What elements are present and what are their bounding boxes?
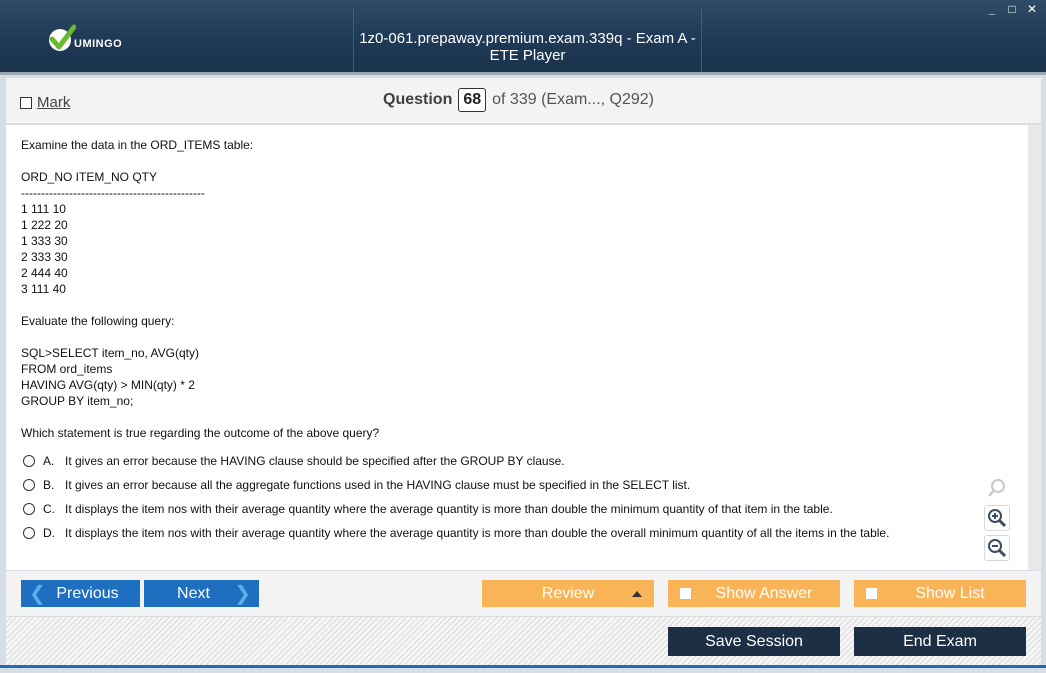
option-letter: D.	[43, 526, 55, 540]
show-answer-button[interactable]: Show Answer	[668, 580, 840, 607]
table-row: 1 222 20	[21, 218, 68, 232]
question-content: Examine the data in the ORD_ITEMS table:…	[6, 125, 1028, 570]
show-answer-label: Show Answer	[715, 584, 813, 602]
option-radio[interactable]	[23, 503, 35, 515]
show-list-label: Show List	[915, 584, 985, 602]
chevron-left-icon: ❮	[29, 583, 46, 605]
option-letter: C.	[43, 502, 55, 516]
end-exam-button[interactable]: End Exam	[854, 627, 1026, 656]
query-line: FROM ord_items	[21, 362, 113, 376]
minimize-button[interactable]: _	[986, 2, 998, 16]
zoom-reset-button[interactable]	[984, 475, 1010, 501]
show-answer-checkbox[interactable]	[680, 588, 691, 599]
close-button[interactable]: ✕	[1026, 2, 1038, 16]
bottom-border	[0, 665, 1046, 673]
previous-label: Previous	[56, 584, 119, 602]
mark-checkbox[interactable]: Mark	[20, 94, 70, 111]
review-button[interactable]: Review	[482, 580, 654, 607]
question-prompt: Which statement is true regarding the ou…	[21, 426, 380, 440]
option-text: It gives an error because the HAVING cla…	[65, 454, 565, 468]
query-line: GROUP BY item_no;	[21, 394, 134, 408]
evaluate-text: Evaluate the following query:	[21, 314, 175, 328]
chevron-right-icon: ❯	[234, 583, 251, 605]
table-row: 2 444 40	[21, 266, 68, 280]
search-icon	[988, 479, 1005, 497]
table-divider: ----------------------------------------…	[21, 186, 205, 200]
table-header: ORD_NO ITEM_NO QTY	[21, 170, 158, 184]
content-scrollbar[interactable]	[1028, 125, 1041, 570]
question-bar: Mark Question 68 of 339 (Exam..., Q292)	[6, 78, 1041, 124]
brand-name: UMINGO	[74, 38, 123, 50]
zoom-in-icon	[988, 509, 1007, 528]
question-label: Question	[383, 91, 453, 108]
question-intro: Examine the data in the ORD_ITEMS table:	[21, 138, 254, 152]
maximize-button[interactable]: □	[1006, 2, 1018, 16]
option-text: It gives an error because all the aggreg…	[65, 478, 691, 492]
table-row: 2 333 30	[21, 250, 68, 264]
title-separator	[701, 8, 702, 72]
option-radio[interactable]	[23, 527, 35, 539]
option-c[interactable]: C. It displays the item nos with their a…	[21, 497, 1013, 521]
option-text: It displays the item nos with their aver…	[65, 526, 890, 540]
mark-label: Mark	[37, 94, 71, 111]
show-list-checkbox[interactable]	[866, 588, 877, 599]
query-line: SQL>SELECT item_no, AVG(qty)	[21, 346, 199, 360]
table-row: 1 111 10	[21, 202, 66, 216]
save-session-button[interactable]: Save Session	[668, 627, 840, 656]
mark-checkbox-box[interactable]	[20, 96, 32, 109]
table-row: 1 333 30	[21, 234, 68, 248]
option-letter: A.	[43, 454, 55, 468]
checkmark-logo-icon	[49, 24, 76, 51]
zoom-out-button[interactable]	[984, 535, 1010, 561]
next-label: Next	[177, 584, 210, 602]
query-line: HAVING AVG(qty) > MIN(qty) * 2	[21, 378, 195, 392]
option-a[interactable]: A. It gives an error because the HAVING …	[21, 449, 1013, 473]
table-row: 3 111 40	[21, 282, 66, 296]
show-list-button[interactable]: Show List	[854, 580, 1026, 607]
footer-bar: Save Session End Exam	[6, 617, 1041, 665]
question-of-text: of 339 (Exam..., Q292)	[492, 91, 654, 108]
navigation-bar: ❮ Previous Next ❯ Review Show Answer Sho…	[6, 571, 1041, 616]
app-logo: UMINGO	[48, 24, 122, 54]
option-letter: B.	[43, 478, 55, 492]
question-indicator: Question 68 of 339 (Exam..., Q292)	[383, 88, 654, 112]
window-title: 1z0-061.prepaway.premium.exam.339q - Exa…	[359, 30, 696, 64]
answer-options: A. It gives an error because the HAVING …	[21, 449, 1013, 545]
review-label: Review	[541, 584, 595, 602]
option-b[interactable]: B. It gives an error because all the agg…	[21, 473, 1013, 497]
window-controls: _ □ ✕	[986, 2, 1038, 16]
option-radio[interactable]	[23, 455, 35, 467]
option-text: It displays the item nos with their aver…	[65, 502, 833, 516]
option-d[interactable]: D. It displays the item nos with their a…	[21, 521, 1013, 545]
zoom-controls	[984, 475, 1010, 561]
title-bar: UMINGO 1z0-061.prepaway.premium.exam.339…	[0, 0, 1046, 75]
next-button[interactable]: Next ❯	[144, 580, 259, 607]
question-number-input[interactable]: 68	[458, 88, 487, 112]
option-radio[interactable]	[23, 479, 35, 491]
zoom-out-icon	[988, 539, 1007, 558]
triangle-up-icon	[632, 591, 642, 597]
previous-button[interactable]: ❮ Previous	[21, 580, 140, 607]
zoom-in-button[interactable]	[984, 505, 1010, 531]
